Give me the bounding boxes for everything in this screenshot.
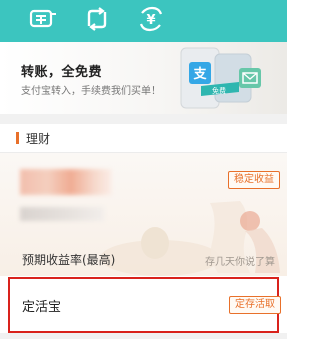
blurred-product-text	[20, 207, 104, 221]
flexible-deposit-tag: 定存活取	[229, 296, 281, 314]
transfer-receipt-icon[interactable]	[28, 4, 58, 34]
svg-text:¥: ¥	[146, 13, 155, 28]
wealth-section-header: 理财	[0, 124, 287, 152]
exchange-icon[interactable]	[82, 4, 112, 34]
yuan-transfer-icon[interactable]: ¥	[136, 4, 166, 34]
svg-text:免费: 免费	[212, 86, 226, 95]
promo-subtitle: 支付宝转入，手续费我们买单！	[21, 86, 161, 97]
promo-illustration: 支 免费	[180, 47, 261, 109]
product-name: 定活宝	[22, 300, 62, 315]
section-accent-bar	[16, 132, 19, 144]
expected-return-label: 预期收益率(最高)	[22, 253, 116, 267]
promo-title: 转账，全免费	[21, 65, 103, 80]
promo-banner[interactable]: 转账，全免费 支付宝转入，手续费我们买单！ 支 免费	[0, 42, 287, 114]
top-toolbar: ¥	[0, 0, 287, 42]
section-gap	[0, 114, 287, 124]
section-title: 理财	[26, 132, 51, 146]
wealth-product-card[interactable]: 稳定收益 预期收益率(最高) 存几天你说了算	[0, 153, 287, 276]
blurred-rate-value	[20, 169, 112, 195]
product-slogan: 存几天你说了算	[205, 257, 275, 268]
product-item-dinghuobao[interactable]: 定活宝 定存活取	[8, 277, 281, 333]
bottom-strip	[0, 333, 287, 339]
svg-text:支: 支	[192, 66, 207, 82]
